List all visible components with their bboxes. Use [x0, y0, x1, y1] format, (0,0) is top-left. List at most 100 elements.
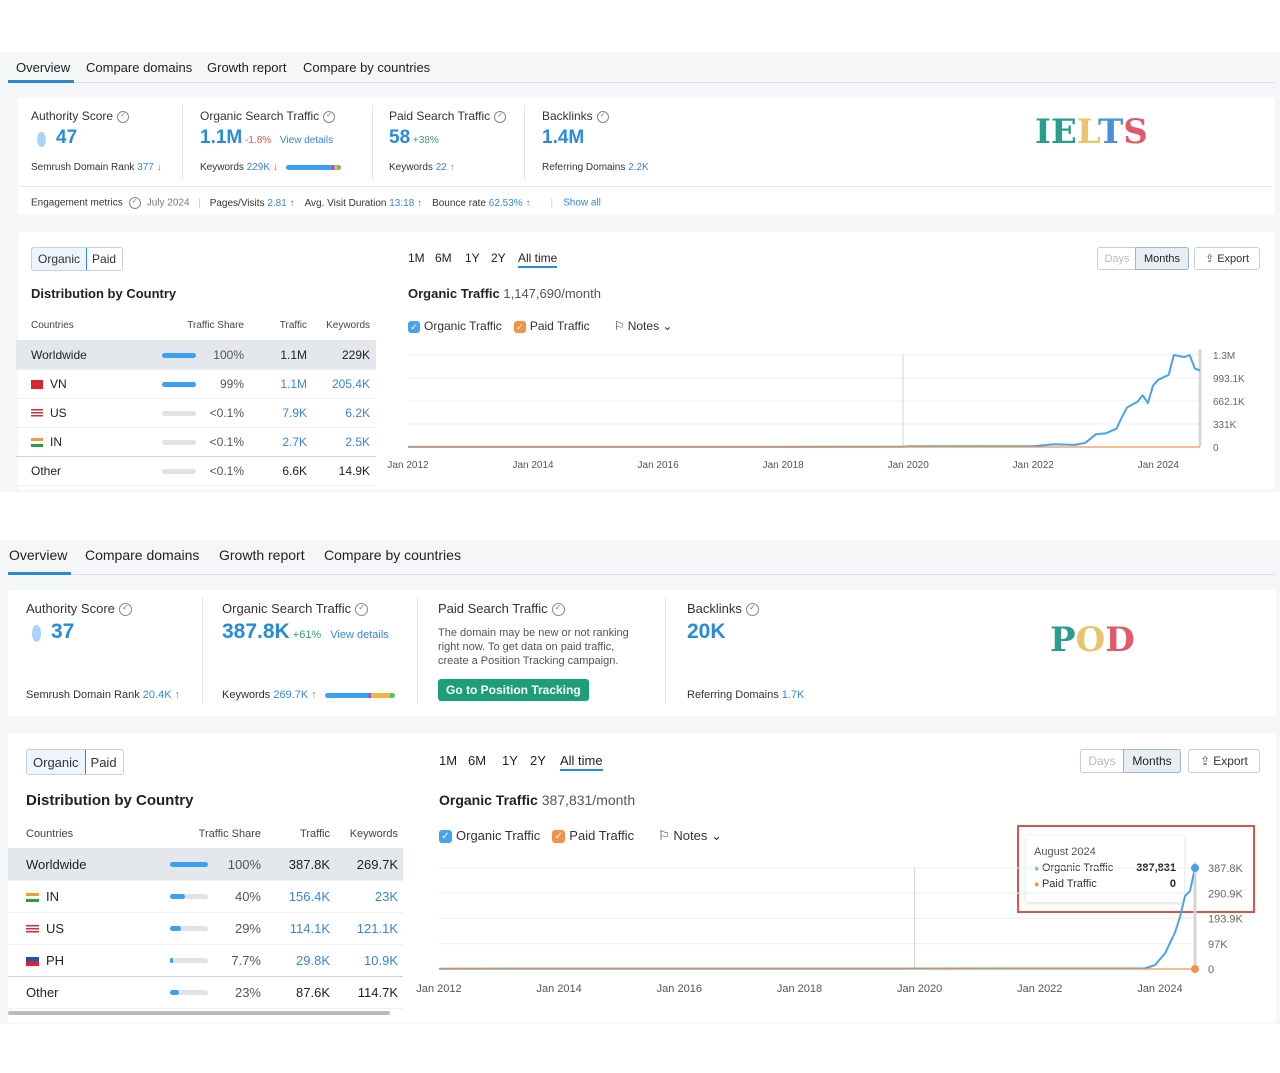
authority-sub-value[interactable]: 377 [137, 162, 154, 173]
toggle-organic[interactable]: Organic [26, 750, 86, 774]
distribution-title: Distribution by Country [26, 792, 194, 809]
show-all-link[interactable]: Show all [563, 198, 601, 209]
legend-paid-traffic[interactable]: ✓ Paid Traffic [552, 828, 634, 844]
notes-flag-icon: ⚐ [613, 319, 628, 333]
info-icon[interactable]: ✓ [118, 603, 132, 617]
info-icon[interactable]: ✓ [745, 603, 759, 617]
keywords-value[interactable]: 23K [318, 889, 398, 904]
period-1y[interactable]: 1Y [465, 251, 480, 265]
tab-compare-domains[interactable]: Compare domains [85, 547, 199, 563]
notes-dropdown[interactable]: ⚐ Notes ⌄ [614, 319, 673, 333]
keywords-value[interactable]: 2.5K [290, 435, 370, 449]
info-icon[interactable]: ✓ [551, 603, 565, 617]
legend-organic-traffic[interactable]: ✓ Organic Traffic [408, 319, 502, 333]
keywords-value[interactable]: 6.2K [290, 406, 370, 420]
backlinks-sub-value[interactable]: 1.7K [782, 689, 805, 701]
horizontal-scrollbar[interactable] [8, 1011, 390, 1015]
view-details-link[interactable]: View details [327, 629, 389, 641]
legend-paid-traffic[interactable]: ✓ Paid Traffic [513, 319, 590, 333]
tab-overview[interactable]: Overview [9, 547, 67, 563]
column-header-keywords[interactable]: Keywords [278, 828, 398, 840]
tooltip-value: 387,831 [1136, 862, 1176, 874]
country-name[interactable]: Other [26, 985, 59, 1000]
paid-value[interactable]: 58 +38% [389, 127, 439, 149]
toggle-paid[interactable]: Paid [86, 248, 122, 270]
country-label: Other [31, 463, 62, 478]
tab-compare-domains[interactable]: Compare domains [86, 60, 192, 75]
period-6m[interactable]: 6M [435, 251, 452, 265]
export-button[interactable]: ⇪ Export [1188, 749, 1260, 773]
organic-sub-value[interactable]: 269.7K [273, 689, 308, 701]
toggle-paid[interactable]: Paid [85, 750, 123, 774]
period-all-time[interactable]: All time [560, 753, 603, 771]
legend-organic-traffic[interactable]: ✓ Organic Traffic [439, 828, 540, 844]
organic-value[interactable]: 1.1M -1.8% View details [200, 127, 333, 149]
checkbox-checked-icon[interactable]: ✓ [513, 320, 526, 333]
keywords-value: 114.7K [357, 984, 398, 1000]
period-all-time[interactable]: All time [518, 251, 558, 268]
checkbox-checked-icon[interactable]: ✓ [552, 830, 566, 844]
country-name[interactable]: Worldwide [26, 857, 86, 872]
paid-sub-value[interactable]: 22 [436, 162, 447, 173]
authority-sub-value[interactable]: 20.4K [143, 689, 172, 701]
info-icon[interactable]: ✓ [596, 110, 609, 123]
column-header-countries[interactable]: Countries [26, 828, 73, 840]
period-1y[interactable]: 1Y [502, 753, 518, 768]
tab-growth-report[interactable]: Growth report [207, 60, 286, 75]
column-header-countries[interactable]: Countries [31, 320, 74, 331]
info-icon[interactable]: ✓ [355, 603, 369, 617]
notes-label: Notes [673, 828, 708, 843]
period-2y[interactable]: 2Y [530, 753, 546, 768]
country-label: IN [50, 434, 62, 449]
checkbox-checked-icon[interactable]: ✓ [439, 830, 452, 844]
country-label: Worldwide [26, 856, 87, 872]
country-name[interactable]: PH [26, 953, 64, 968]
go-to-position-tracking-button[interactable]: Go to Position Tracking [438, 679, 589, 701]
country-name[interactable]: IN [26, 889, 59, 904]
country-name[interactable]: US [26, 921, 64, 936]
checkbox-checked-icon[interactable]: ✓ [408, 320, 420, 333]
column-header-keywords[interactable]: Keywords [250, 320, 370, 331]
granularity-days[interactable]: Days [1080, 749, 1124, 773]
view-details-link[interactable]: View details [277, 135, 333, 146]
tab-compare-by-countries[interactable]: Compare by countries [303, 60, 430, 75]
granularity-months[interactable]: Months [1123, 749, 1181, 773]
period-1m[interactable]: 1M [408, 251, 425, 265]
organic-sub-value[interactable]: 229K [247, 162, 270, 173]
country-name[interactable]: Worldwide [31, 348, 87, 362]
tooltip-label: ● Organic Traffic [1034, 862, 1113, 874]
trend-up-icon: ↑ [308, 689, 317, 701]
notes-flag-icon: ⚐ [658, 828, 674, 843]
backlinks-sub-value[interactable]: 2.2K [628, 162, 649, 173]
backlinks-value[interactable]: 20K [687, 620, 726, 644]
country-name[interactable]: IN [31, 435, 62, 449]
toggle-organic[interactable]: Organic [32, 248, 88, 270]
legend-label: Organic Traffic [424, 319, 502, 333]
export-label: Export [1213, 754, 1248, 768]
info-icon[interactable]: ✓ [117, 110, 130, 123]
info-icon[interactable]: ✓ [323, 110, 336, 123]
info-icon[interactable]: ✓ [128, 197, 141, 209]
notes-dropdown[interactable]: ⚐ Notes ⌄ [658, 828, 722, 843]
tab-growth-report[interactable]: Growth report [219, 547, 305, 563]
keywords-value[interactable]: 205.4K [290, 377, 370, 391]
period-2y[interactable]: 2Y [491, 251, 506, 265]
country-name[interactable]: Other [31, 464, 61, 478]
export-icon: ⇪ [1204, 253, 1215, 265]
info-icon[interactable]: ✓ [494, 110, 507, 123]
organic-value[interactable]: 387.8K +61% View details [222, 620, 389, 644]
keywords-value[interactable]: 121.1K [318, 921, 398, 936]
period-1m[interactable]: 1M [439, 753, 457, 768]
keywords-value[interactable]: 10.9K [318, 953, 398, 968]
tab-overview[interactable]: Overview [16, 60, 70, 75]
engagement-label: Engagement metrics [31, 197, 123, 209]
granularity-months[interactable]: Months [1135, 247, 1189, 270]
country-name[interactable]: US [31, 406, 67, 420]
country-name[interactable]: VN [31, 377, 67, 391]
export-button[interactable]: ⇪ Export [1194, 247, 1260, 270]
period-6m[interactable]: 6M [468, 753, 486, 768]
backlinks-value[interactable]: 1.4M [542, 127, 584, 149]
tab-compare-by-countries[interactable]: Compare by countries [324, 547, 461, 563]
trend-down-icon: ↓ [270, 162, 278, 173]
granularity-days[interactable]: Days [1097, 247, 1137, 270]
